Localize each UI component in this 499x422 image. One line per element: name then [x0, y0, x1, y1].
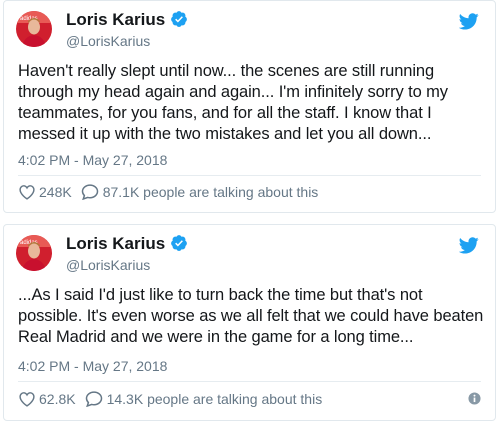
tweet-actions: 62.8K 14.3K people are talking about thi…: [18, 390, 322, 407]
like-count: 62.8K: [39, 390, 76, 407]
author-name[interactable]: Loris Karius: [66, 10, 188, 30]
avatar[interactable]: adidas: [16, 11, 52, 47]
tweet-text: Haven't really slept until now... the sc…: [18, 62, 448, 143]
like-button[interactable]: 248K: [18, 184, 72, 200]
reply-button[interactable]: 87.1K people are talking about this: [81, 183, 319, 200]
author-name[interactable]: Loris Karius: [66, 234, 188, 254]
talking-count: 87.1K people are talking about this: [102, 183, 319, 200]
twitter-bird-icon[interactable]: [458, 13, 479, 35]
tweet-text: ...As I said I'd just like to turn back …: [18, 286, 484, 346]
heart-icon: [19, 184, 35, 200]
verified-badge-icon: [171, 11, 188, 27]
speech-bubble-icon: [81, 184, 98, 200]
tweet-card[interactable]: adidas Loris Karius @LorisKarius ...As I…: [3, 224, 496, 421]
tweet-actions: 248K 87.1K people are talking about this: [18, 183, 318, 200]
verified-badge-icon: [171, 235, 188, 251]
talking-count: 14.3K people are talking about this: [106, 390, 323, 407]
divider: [18, 381, 481, 382]
divider: [18, 175, 481, 176]
like-button[interactable]: 62.8K: [18, 391, 76, 407]
tweet-card[interactable]: adidas Loris Karius @LorisKarius Haven't…: [3, 0, 496, 213]
info-icon[interactable]: [468, 392, 481, 410]
author-handle[interactable]: @LorisKarius: [66, 257, 150, 273]
heart-icon: [19, 391, 35, 407]
tweet-timestamp[interactable]: 4:02 PM - May 27, 2018: [18, 358, 167, 374]
author-handle[interactable]: @LorisKarius: [66, 33, 150, 49]
like-count: 248K: [39, 183, 72, 200]
reply-button[interactable]: 14.3K people are talking about this: [85, 390, 323, 407]
twitter-bird-icon[interactable]: [458, 237, 479, 259]
tweet-timestamp[interactable]: 4:02 PM - May 27, 2018: [18, 152, 167, 168]
speech-bubble-icon: [85, 391, 102, 407]
avatar[interactable]: adidas: [16, 235, 52, 271]
